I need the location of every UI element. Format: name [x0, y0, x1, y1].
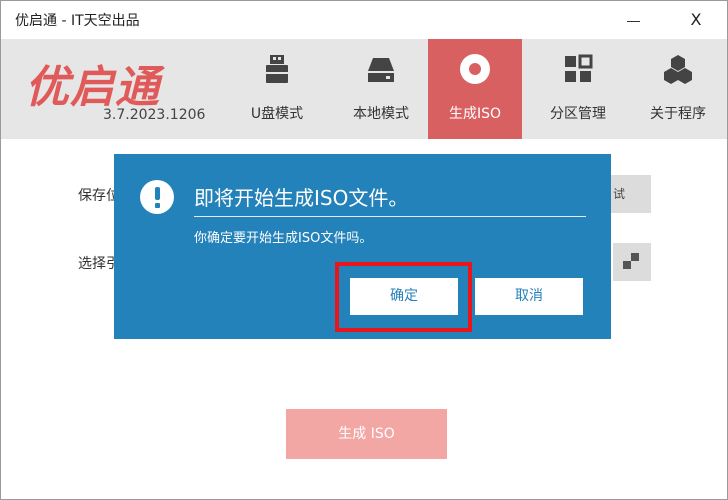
- disc-icon: [460, 54, 490, 84]
- cancel-button[interactable]: 取消: [475, 278, 583, 315]
- cubes-icon: [664, 55, 692, 84]
- grid-small-icon: [623, 253, 639, 269]
- tab-local-mode[interactable]: 本地模式: [334, 39, 428, 139]
- tab-partition-manager[interactable]: 分区管理: [531, 39, 625, 139]
- hard-drive-icon: [368, 58, 394, 82]
- close-button[interactable]: X: [681, 5, 711, 35]
- tab-label: 分区管理: [550, 106, 606, 122]
- tab-label: 本地模式: [353, 106, 409, 122]
- tab-label: 生成ISO: [448, 106, 502, 122]
- window-title: 优启通 - IT天空出品: [15, 13, 140, 29]
- dialog-divider: [194, 216, 586, 217]
- grid-icon: [565, 54, 593, 82]
- tab-about[interactable]: 关于程序: [631, 39, 725, 139]
- highlight-annotation: [335, 262, 472, 332]
- tab-label: U盘模式: [250, 106, 304, 122]
- version-label: 3.7.2023.1206: [103, 107, 206, 123]
- header-bar: 优启通 3.7.2023.1206 U盘模式 本地模式 生成ISO 分区管理 关…: [1, 39, 727, 139]
- exclamation-icon: [140, 180, 174, 214]
- generate-iso-button[interactable]: 生成 ISO: [286, 409, 447, 459]
- tab-generate-iso[interactable]: 生成ISO: [428, 39, 522, 139]
- title-bar: 优启通 - IT天空出品 X: [1, 1, 727, 39]
- tab-label: 关于程序: [650, 106, 706, 122]
- tab-usb-mode[interactable]: U盘模式: [230, 39, 324, 139]
- minimize-icon: [627, 21, 640, 22]
- dialog-title: 即将开始生成ISO文件。: [194, 186, 409, 210]
- minimize-button[interactable]: [619, 5, 649, 35]
- app-window: 优启通 - IT天空出品 X 优启通 3.7.2023.1206 U盘模式 本地…: [0, 0, 728, 500]
- side-button-label: 试: [613, 187, 626, 201]
- app-logo: 优启通: [25, 62, 160, 113]
- options-button[interactable]: [613, 243, 651, 281]
- usb-drive-icon: [266, 55, 288, 83]
- dialog-message: 你确定要开始生成ISO文件吗。: [194, 231, 373, 246]
